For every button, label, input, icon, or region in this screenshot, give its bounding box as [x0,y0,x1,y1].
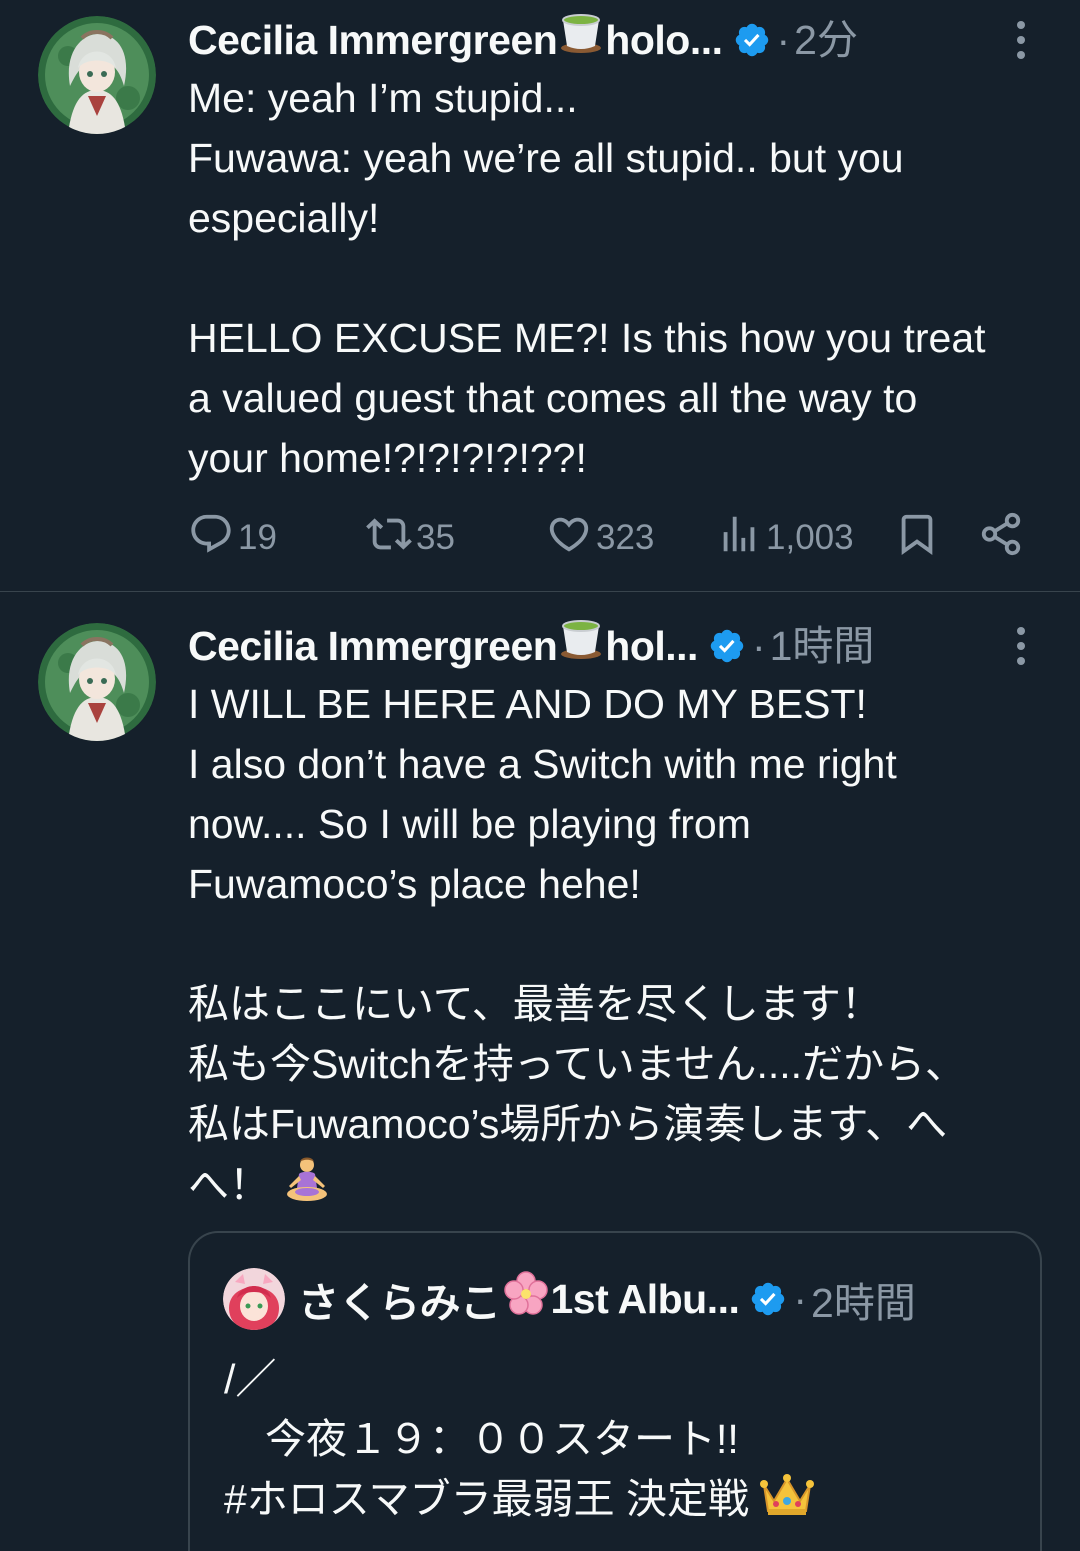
repost-button[interactable]: 35 [366,510,455,566]
author-name-suffix[interactable]: hol... [605,616,698,676]
timestamp[interactable]: 1時間 [770,616,875,676]
verified-badge-icon [749,1280,787,1318]
like-count: 323 [596,518,655,557]
reply-count: 19 [238,518,277,557]
hashtag-line[interactable]: #ホロスマブラ最弱王 決定戦 [224,1476,749,1522]
repost-count: 35 [416,518,455,557]
reply-button[interactable]: 19 [188,510,277,566]
tweet-header: Cecilia Immergreen holo... · 2分 [188,10,858,70]
crown-emoji [760,1471,815,1533]
matcha-tea-emoji [557,614,605,678]
avatar[interactable] [38,16,156,134]
timestamp[interactable]: 2分 [794,10,858,70]
text-line: I also don’t have a Switch with me right [188,741,897,787]
text-line: /／ [224,1356,277,1402]
author-name[interactable]: Cecilia Immergreen [188,10,558,70]
tweet[interactable]: Cecilia Immergreen holo... · 2分 Me: yeah… [0,0,1080,592]
tweet[interactable]: Cecilia Immergreen hol... · 1時間 I WILL B… [0,592,1080,1551]
share-button[interactable] [978,510,1024,566]
text-line: Me: yeah I’m stupid... [188,75,578,121]
bookmark-button[interactable] [894,510,940,566]
tweet-text: Me: yeah I’m stupid... Fuwawa: yeah we’r… [188,68,1058,488]
action-bar: 19 35 323 1,003 [188,510,1048,566]
verified-badge-icon [708,627,746,665]
views-count: 1,003 [766,518,854,557]
text-line: 今夜１９：００スタート!! [224,1416,739,1462]
views-icon [716,511,762,566]
author-name[interactable]: Cecilia Immergreen [188,616,558,676]
text-line: #ホロスマブラ最弱王 決定戦 [224,1469,815,1529]
quoted-author-name[interactable]: さくらみこ [298,1269,501,1329]
text-line: HELLO EXCUSE ME?! Is this how you treat [188,315,986,361]
text-line: 私はFuwamoco’s場所から演奏します、へ [188,1101,948,1147]
quoted-tweet[interactable]: さくらみこ 1st Albu... · 2時間 /／ 今夜１９：００スタート!!… [188,1231,1042,1551]
bookmark-icon [894,511,940,566]
matcha-tea-emoji [557,8,605,72]
like-button[interactable]: 323 [546,510,654,566]
separator-dot: · [793,1275,808,1322]
text-line [188,914,1058,974]
text-line [188,248,1058,308]
text-line: your home!?!?!?!?!??! [188,435,587,481]
author-name-suffix[interactable]: holo... [605,10,723,70]
text-line: I WILL BE HERE AND DO MY BEST! [188,681,867,727]
quoted-text: /／ 今夜１９：００スタート!! #ホロスマブラ最弱王 決定戦 [224,1349,815,1529]
quoted-avatar[interactable] [223,1268,285,1330]
verified-badge-icon [733,21,771,59]
heart-icon [546,511,592,566]
more-options-icon[interactable] [1006,621,1036,671]
separator-dot: · [776,17,791,63]
separator-dot: · [751,623,766,669]
share-icon [978,511,1024,566]
text-line: a valued guest that comes all the way to [188,375,918,421]
quoted-header: さくらみこ 1st Albu... · 2時間 [298,1269,916,1329]
text-line: へ！ [188,1154,1058,1214]
cherry-blossom-emoji [501,1269,551,1329]
views-button[interactable]: 1,003 [716,510,854,566]
quoted-author-suffix[interactable]: 1st Albu... [551,1276,740,1323]
quoted-timestamp[interactable]: 2時間 [811,1269,916,1329]
text-line: 私はここにいて、最善を尽くします！ [188,981,882,1027]
text-line: Fuwamoco’s place hehe! [188,861,641,907]
tweet-text: I WILL BE HERE AND DO MY BEST! I also do… [188,674,1058,1214]
more-options-icon[interactable] [1006,15,1036,65]
text-line: now.... So I will be playing from [188,801,751,847]
repost-icon [366,511,412,566]
reply-icon [188,511,234,566]
text-line: 私も今Switchを持っていません....だから、 [188,1041,967,1087]
person-in-lotus-position-emoji [281,1154,333,1222]
avatar[interactable] [38,623,156,741]
text-line: Fuwawa: yeah we’re all stupid.. but you [188,135,904,181]
text-line: especially! [188,195,380,241]
tweet-header: Cecilia Immergreen hol... · 1時間 [188,616,874,676]
text-fragment: へ！ [188,1161,270,1208]
